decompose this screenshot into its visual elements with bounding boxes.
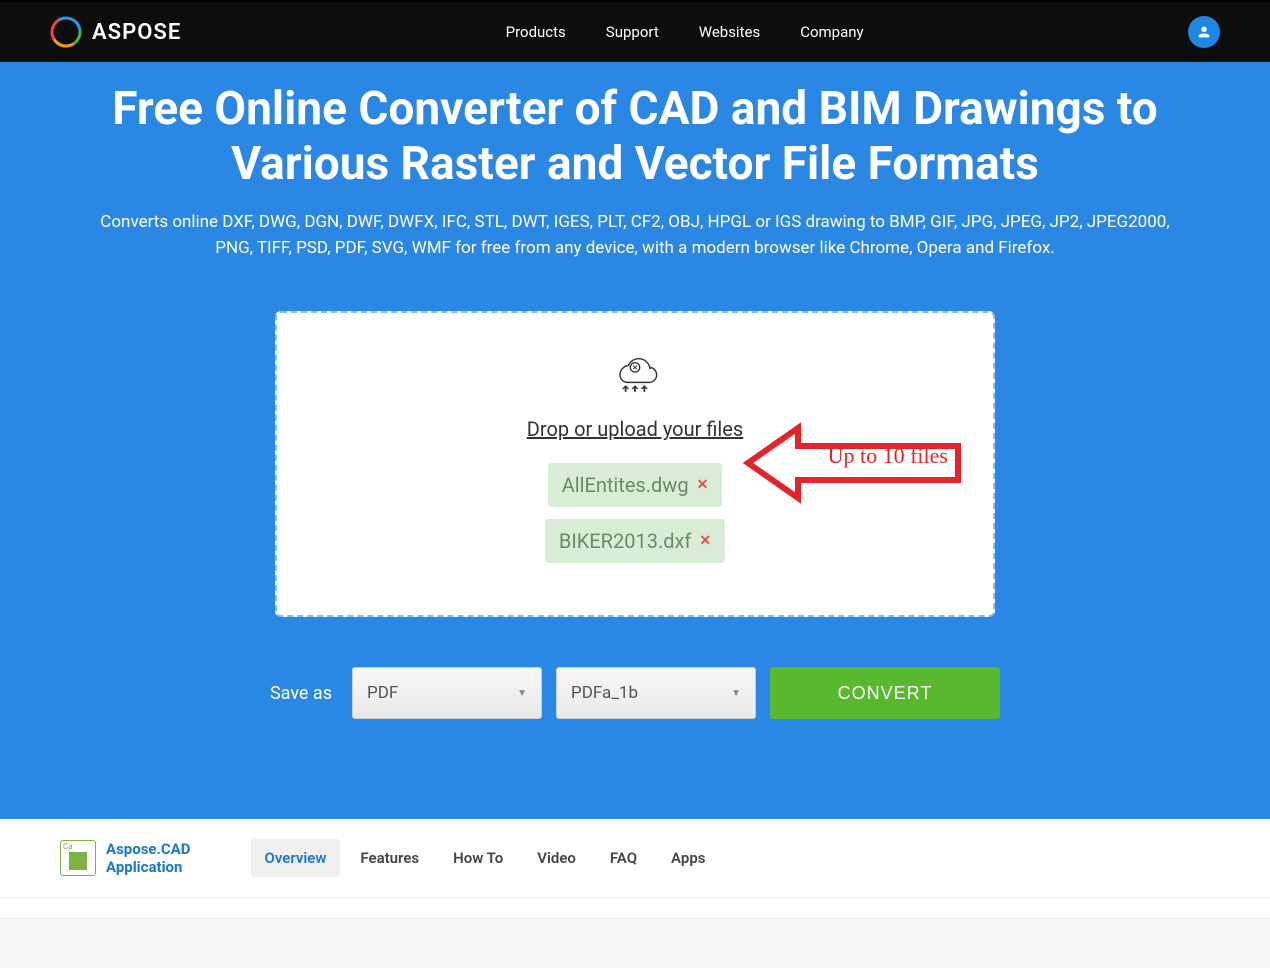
tab-video[interactable]: Video <box>523 839 590 877</box>
nav-link-products[interactable]: Products <box>506 23 566 41</box>
app-name: Aspose.CAD Application <box>106 840 191 876</box>
app-name-line1: Aspose.CAD <box>106 840 191 858</box>
upload-icon-wrap <box>605 343 665 407</box>
file-chip-1: BIKER2013.dxf ✕ <box>545 519 725 563</box>
footer-space <box>0 918 1270 968</box>
navbar: ASPOSE Products Support Websites Company <box>0 2 1270 62</box>
format-secondary-value: PDFa_1b <box>571 683 638 703</box>
hero-title: Free Online Converter of CAD and BIM Dra… <box>85 82 1185 192</box>
save-as-label: Save as <box>270 683 332 704</box>
format-select-secondary[interactable]: PDFa_1b ▼ <box>556 667 756 719</box>
app-icon: Ca <box>60 840 96 876</box>
controls-row: Save as PDF ▼ PDFa_1b ▼ CONVERT <box>40 667 1230 719</box>
tabs-section: Ca Aspose.CAD Application Overview Featu… <box>0 819 1270 898</box>
convert-button[interactable]: CONVERT <box>770 667 1000 719</box>
nav-links: Products Support Websites Company <box>506 23 864 41</box>
file-name: BIKER2013.dxf <box>559 529 692 553</box>
logo-text: ASPOSE <box>92 20 181 45</box>
user-avatar[interactable] <box>1188 16 1220 48</box>
remove-file-icon[interactable]: ✕ <box>697 477 709 493</box>
hero: Free Online Converter of CAD and BIM Dra… <box>0 62 1270 819</box>
chevron-down-icon: ▼ <box>731 688 741 699</box>
aspose-logo-icon <box>50 16 82 48</box>
hero-subtitle: Converts online DXF, DWG, DGN, DWF, DWFX… <box>85 210 1185 261</box>
tabs: Overview Features How To Video FAQ Apps <box>251 839 720 877</box>
cloud-upload-icon <box>605 343 665 403</box>
nav-link-support[interactable]: Support <box>606 23 659 41</box>
remove-file-icon[interactable]: ✕ <box>699 533 711 549</box>
app-badge[interactable]: Ca Aspose.CAD Application <box>60 840 191 876</box>
format-select-primary[interactable]: PDF ▼ <box>352 667 542 719</box>
tab-faq[interactable]: FAQ <box>596 839 651 877</box>
chevron-down-icon: ▼ <box>517 688 527 699</box>
tab-howto[interactable]: How To <box>439 839 517 877</box>
tab-features[interactable]: Features <box>346 839 433 877</box>
nav-link-websites[interactable]: Websites <box>699 23 760 41</box>
app-icon-label: Ca <box>63 842 73 851</box>
callout-text: Up to 10 files <box>828 443 948 469</box>
tab-overview[interactable]: Overview <box>251 839 341 877</box>
logo[interactable]: ASPOSE <box>50 16 181 48</box>
file-name: AllEntites.dwg <box>562 473 689 497</box>
file-chip-0: AllEntites.dwg ✕ <box>548 463 723 507</box>
nav-link-company[interactable]: Company <box>800 23 863 41</box>
user-icon <box>1196 24 1212 40</box>
app-name-line2: Application <box>106 858 191 876</box>
format-primary-value: PDF <box>367 683 398 703</box>
upload-label[interactable]: Drop or upload your files <box>527 417 743 441</box>
tab-apps[interactable]: Apps <box>657 839 719 877</box>
upload-box[interactable]: Drop or upload your files AllEntites.dwg… <box>275 311 995 617</box>
